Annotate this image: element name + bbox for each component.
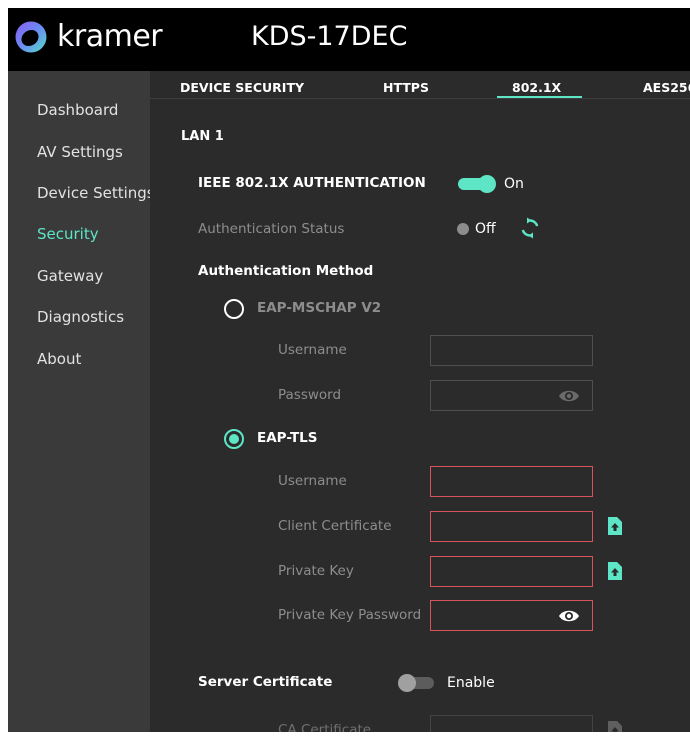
refresh-icon[interactable] [519,217,541,239]
device-model: KDS-17DEC [251,21,408,52]
auth-status-label: Authentication Status [198,221,345,237]
private-key-password-field[interactable] [430,600,593,631]
tab-bar: DEVICE SECURITY HTTPS 802.1X AES256 [150,71,690,99]
sidebar-item-dashboard[interactable]: Dashboard [37,101,118,119]
tab-802-1x[interactable]: 802.1X [512,80,561,95]
show-password-eye-icon[interactable] [558,387,580,405]
tab-device-security[interactable]: DEVICE SECURITY [180,80,304,95]
ieee-auth-label: IEEE 802.1X AUTHENTICATION [198,175,426,191]
sidebar-item-security[interactable]: Security [37,225,99,243]
eap-tls-label: EAP-TLS [257,430,318,446]
eap-mschap-label: EAP-MSCHAP V2 [257,300,382,316]
sidebar-item-diagnostics[interactable]: Diagnostics [37,308,124,326]
top-bar: kramer KDS-17DEC [8,8,690,71]
ca-certificate-field[interactable] [430,715,593,732]
upload-client-certificate-icon[interactable] [608,517,622,535]
main-content: DEVICE SECURITY HTTPS 802.1X AES256 LAN … [150,71,690,732]
show-private-key-password-eye-icon[interactable] [558,607,580,625]
radio-selected-dot [229,434,239,444]
auth-status-value: Off [475,221,496,237]
ieee-auth-toggle[interactable] [458,175,498,193]
client-certificate-label: Client Certificate [278,518,392,534]
toggle-knob [478,175,496,193]
server-certificate-label: Server Certificate [198,674,333,690]
upload-private-key-icon[interactable] [608,562,622,580]
server-certificate-toggle[interactable] [398,674,438,692]
tab-https[interactable]: HTTPS [383,80,429,95]
private-key-label: Private Key [278,563,354,579]
eap-mschap-radio[interactable] [224,299,244,319]
mschap-username-label: Username [278,342,347,358]
tab-aes256[interactable]: AES256 [643,80,690,95]
sidebar-item-av-settings[interactable]: AV Settings [37,143,123,161]
sidebar-item-about[interactable]: About [37,350,81,368]
tls-username-label: Username [278,473,347,489]
sidebar-item-gateway[interactable]: Gateway [37,267,103,285]
server-certificate-toggle-label: Enable [447,675,495,691]
upload-ca-certificate-icon[interactable] [608,721,622,732]
brand-name: kramer [57,19,163,54]
toggle-knob [398,674,416,692]
status-off-dot-icon [457,223,469,235]
mschap-username-field[interactable] [430,335,593,366]
kramer-logo-icon [15,21,47,53]
private-key-password-label: Private Key Password [278,607,422,623]
sidebar-item-device-settings[interactable]: Device Settings [37,184,155,202]
tls-username-field[interactable] [430,466,593,497]
private-key-field[interactable] [430,556,593,587]
client-certificate-field[interactable] [430,511,593,542]
app-window: kramer KDS-17DEC Dashboard AV Settings D… [8,8,690,732]
eap-tls-radio[interactable] [224,429,244,449]
mschap-password-field[interactable] [430,380,593,411]
ieee-toggle-state: On [504,176,524,192]
ca-certificate-label: CA Certificate [278,722,372,732]
active-tab-indicator [497,96,582,98]
section-title: LAN 1 [181,129,224,144]
sidebar: Dashboard AV Settings Device Settings Se… [8,71,155,732]
auth-method-label: Authentication Method [198,263,374,279]
mschap-password-label: Password [278,387,342,403]
